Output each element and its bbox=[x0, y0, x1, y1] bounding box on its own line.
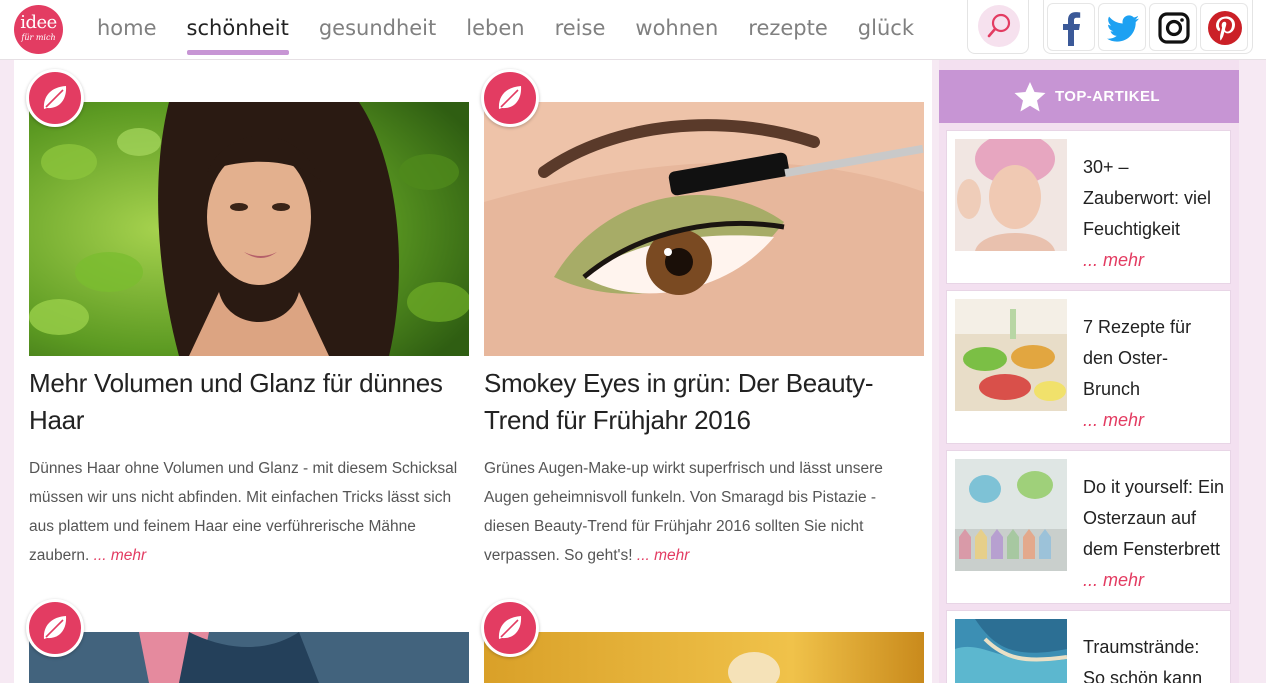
read-more-link[interactable]: ... mehr bbox=[1083, 245, 1203, 276]
header: idee für mich home schönheit gesundheit … bbox=[0, 0, 1266, 60]
logo-line1: idee bbox=[20, 12, 57, 33]
brunch-table-thumb bbox=[955, 299, 1067, 411]
category-badge bbox=[481, 69, 539, 127]
top-articles-heading: TOP-ARTIKEL bbox=[939, 70, 1239, 123]
facebook-button[interactable] bbox=[1047, 3, 1095, 51]
article-image[interactable] bbox=[29, 632, 469, 683]
read-more-link[interactable]: ... mehr bbox=[1083, 565, 1203, 596]
article-card[interactable] bbox=[481, 599, 924, 683]
top-article-item[interactable]: 7 Rezepte für den Oster-Brunch ... mehr bbox=[946, 290, 1231, 444]
leaf-icon bbox=[498, 86, 522, 109]
site-logo[interactable]: idee für mich bbox=[14, 5, 63, 54]
nav-item-gesundheit[interactable]: gesundheit bbox=[304, 0, 451, 58]
twitter-button[interactable] bbox=[1098, 3, 1146, 51]
nav-item-home[interactable]: home bbox=[82, 0, 172, 58]
search-icon bbox=[987, 13, 1011, 38]
logo-line2: für mich bbox=[21, 33, 56, 42]
nav-item-reise[interactable]: reise bbox=[540, 0, 621, 58]
page-edge bbox=[1254, 60, 1266, 683]
leaf-icon bbox=[43, 86, 67, 109]
pinterest-icon bbox=[1208, 11, 1242, 45]
thumbnail[interactable] bbox=[955, 619, 1067, 683]
social-bar bbox=[1043, 0, 1253, 54]
thumbnail[interactable] bbox=[955, 299, 1067, 411]
article-image[interactable] bbox=[484, 632, 924, 683]
instagram-button[interactable] bbox=[1149, 3, 1197, 51]
article-image-smokey-eyes[interactable] bbox=[484, 102, 924, 356]
article-card[interactable]: Smokey Eyes in grün: Der Beauty-Trend fü… bbox=[481, 69, 924, 582]
top-article-item[interactable]: Traumstrände: So schön kann bbox=[946, 610, 1231, 683]
twitter-icon bbox=[1106, 15, 1139, 42]
eye-makeup-image bbox=[484, 102, 924, 356]
read-more-link[interactable]: ... mehr bbox=[637, 547, 690, 564]
leaf-icon bbox=[498, 616, 522, 639]
towel-woman-thumb bbox=[955, 139, 1067, 251]
top-article-title[interactable]: 30+ – Zauberwort: viel Feuchtigkeit bbox=[1083, 152, 1225, 245]
pinterest-button[interactable] bbox=[1200, 3, 1248, 51]
thumbnail[interactable] bbox=[955, 459, 1067, 571]
top-article-title[interactable]: 7 Rezepte für den Oster-Brunch bbox=[1083, 312, 1225, 405]
top-article-title[interactable]: Do it yourself: Ein Osterzaun auf dem Fe… bbox=[1083, 472, 1225, 565]
article-image-hair[interactable] bbox=[29, 102, 469, 356]
category-badge bbox=[26, 69, 84, 127]
article-title[interactable]: Smokey Eyes in grün: Der Beauty-Trend fü… bbox=[484, 365, 924, 439]
sidebar-top-articles: TOP-ARTIKEL 30+ – Zauberwort: viel Feuch… bbox=[939, 60, 1239, 683]
article-title[interactable]: Mehr Volumen und Glanz für dünnes Haar bbox=[29, 365, 469, 439]
nav-item-schoenheit[interactable]: schönheit bbox=[172, 0, 304, 58]
star-icon bbox=[1014, 82, 1046, 112]
thumbnail[interactable] bbox=[955, 139, 1067, 251]
top-article-item[interactable]: 30+ – Zauberwort: viel Feuchtigkeit ... … bbox=[946, 130, 1231, 284]
leaf-icon bbox=[43, 616, 67, 639]
article-card[interactable] bbox=[26, 599, 469, 683]
article-card[interactable]: Mehr Volumen und Glanz für dünnes Haar D… bbox=[26, 69, 469, 582]
article-grid: Mehr Volumen und Glanz für dünnes Haar D… bbox=[14, 60, 932, 683]
article-excerpt: Grünes Augen-Make-up wirkt superfrisch u… bbox=[484, 454, 924, 570]
nav-item-glueck[interactable]: glück bbox=[843, 0, 929, 58]
top-articles-label: TOP-ARTIKEL bbox=[1055, 88, 1160, 105]
read-more-link[interactable]: ... mehr bbox=[94, 547, 147, 564]
facebook-icon bbox=[1063, 12, 1081, 47]
easter-fence-thumb bbox=[955, 459, 1067, 571]
category-badge bbox=[26, 599, 84, 657]
read-more-link[interactable]: ... mehr bbox=[1083, 405, 1203, 436]
main-nav: home schönheit gesundheit leben reise wo… bbox=[82, 0, 929, 58]
search-button[interactable] bbox=[967, 0, 1029, 54]
category-badge bbox=[481, 599, 539, 657]
beach-aerial-thumb bbox=[955, 619, 1067, 683]
fashion-image bbox=[29, 632, 469, 683]
nav-item-leben[interactable]: leben bbox=[451, 0, 539, 58]
top-article-item[interactable]: Do it yourself: Ein Osterzaun auf dem Fe… bbox=[946, 450, 1231, 604]
sunny-field-image bbox=[484, 632, 924, 683]
nav-item-wohnen[interactable]: wohnen bbox=[620, 0, 733, 58]
article-excerpt: Dünnes Haar ohne Volumen und Glanz - mit… bbox=[29, 454, 469, 570]
woman-portrait-image bbox=[29, 102, 469, 356]
top-article-title[interactable]: Traumstrände: So schön kann bbox=[1083, 632, 1225, 683]
instagram-icon bbox=[1158, 12, 1190, 44]
nav-item-rezepte[interactable]: rezepte bbox=[733, 0, 843, 58]
